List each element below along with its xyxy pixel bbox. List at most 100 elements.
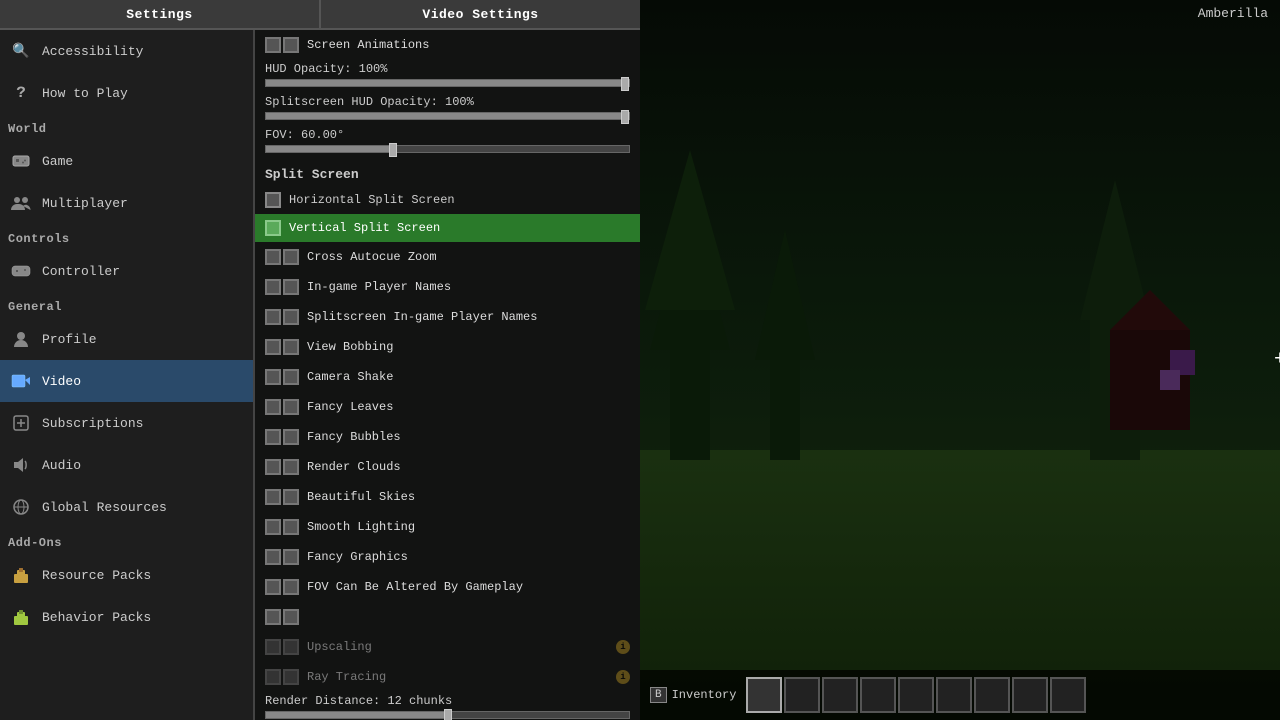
split-screen-header: Split Screen bbox=[255, 159, 640, 186]
upscaling-toggle[interactable] bbox=[265, 639, 299, 655]
screen-animations-row: Screen Animations bbox=[255, 30, 640, 60]
audio-icon bbox=[10, 454, 32, 476]
beautiful-skies-toggle[interactable] bbox=[265, 519, 299, 535]
sidebar-item-accessibility[interactable]: 🔍 Accessibility bbox=[0, 30, 253, 72]
multiplayer-icon bbox=[10, 192, 32, 214]
settings-tab[interactable]: Settings bbox=[0, 0, 319, 28]
sidebar-item-label: Audio bbox=[42, 458, 81, 473]
fancy-graphics-toggle[interactable] bbox=[265, 579, 299, 595]
behavior-packs-icon bbox=[10, 606, 32, 628]
upscaling-info-icon[interactable]: i bbox=[616, 640, 630, 654]
render-distance-slider[interactable] bbox=[265, 711, 630, 719]
splitscreen-hud-opacity-thumb[interactable] bbox=[621, 110, 629, 124]
sidebar-item-label: Subscriptions bbox=[42, 416, 143, 431]
sidebar-item-resource-packs[interactable]: Resource Packs bbox=[0, 554, 253, 596]
upscaling-row: Upscaling i bbox=[255, 632, 640, 662]
outline-selection-toggle[interactable] bbox=[265, 279, 299, 295]
sidebar-item-video[interactable]: Video bbox=[0, 360, 253, 402]
hotbar-slot-4[interactable] bbox=[860, 677, 896, 713]
sidebar-item-how-to-play[interactable]: ? How to Play bbox=[0, 72, 253, 114]
bottom-hud: B Inventory bbox=[640, 670, 1280, 720]
hotbar-slot-3[interactable] bbox=[822, 677, 858, 713]
beautiful-skies-label: Smooth Lighting bbox=[307, 520, 630, 534]
fov-altered-toggle[interactable] bbox=[265, 609, 299, 625]
view-bobbing-toggle[interactable] bbox=[265, 369, 299, 385]
splitscreen-names-label: View Bobbing bbox=[307, 340, 630, 354]
hotbar-slot-8[interactable] bbox=[1012, 677, 1048, 713]
toggle-off-indicator bbox=[265, 37, 281, 53]
camera-shake-label: Fancy Leaves bbox=[307, 400, 630, 414]
horizontal-split-option[interactable]: Horizontal Split Screen bbox=[255, 186, 640, 214]
sidebar-item-label: Profile bbox=[42, 332, 97, 347]
sidebar-item-behavior-packs[interactable]: Behavior Packs bbox=[0, 596, 253, 638]
splitscreen-hud-opacity-slider[interactable] bbox=[265, 112, 630, 120]
sidebar-item-audio[interactable]: Audio bbox=[0, 444, 253, 486]
screen-animations-toggle[interactable] bbox=[265, 37, 299, 53]
fov-thumb[interactable] bbox=[389, 143, 397, 157]
fancy-bubbles-toggle[interactable] bbox=[265, 459, 299, 475]
inventory-label: Inventory bbox=[672, 688, 737, 702]
accessibility-icon: 🔍 bbox=[10, 40, 32, 62]
fov-altered-row bbox=[255, 602, 640, 632]
ingame-names-toggle[interactable] bbox=[265, 309, 299, 325]
sidebar-item-controller[interactable]: Controller bbox=[0, 250, 253, 292]
ingame-names-row: Splitscreen In-game Player Names bbox=[255, 302, 640, 332]
hud-opacity-thumb[interactable] bbox=[621, 77, 629, 91]
sidebar-item-label: How to Play bbox=[42, 86, 128, 101]
resource-packs-icon bbox=[10, 564, 32, 586]
sidebar-item-label: Accessibility bbox=[42, 44, 143, 59]
hotbar-slot-5[interactable] bbox=[898, 677, 934, 713]
splitscreen-hud-opacity-label: Splitscreen HUD Opacity: 100% bbox=[265, 95, 630, 109]
render-clouds-toggle[interactable] bbox=[265, 489, 299, 505]
crosshair-zoom-toggle[interactable] bbox=[265, 249, 299, 265]
video-settings-panel: Screen Animations HUD Opacity: 100% Spli… bbox=[255, 30, 640, 720]
toggle-off-indicator2 bbox=[283, 37, 299, 53]
render-distance-thumb[interactable] bbox=[444, 709, 452, 720]
fancy-bubbles-label: Render Clouds bbox=[307, 460, 630, 474]
vertical-split-option[interactable]: Vertical Split Screen bbox=[255, 214, 640, 242]
hotbar bbox=[746, 677, 1086, 713]
crosshair-zoom-label: Cross Autocue Zoom bbox=[307, 250, 630, 264]
ray-tracing-toggle[interactable] bbox=[265, 669, 299, 685]
video-icon bbox=[10, 370, 32, 392]
crosshair-zoom-row: Cross Autocue Zoom bbox=[255, 242, 640, 272]
camera-shake-toggle[interactable] bbox=[265, 399, 299, 415]
horizontal-split-indicator bbox=[265, 192, 281, 208]
view-bobbing-row: Camera Shake bbox=[255, 362, 640, 392]
hotbar-slot-2[interactable] bbox=[784, 677, 820, 713]
game-world: + bbox=[640, 0, 1280, 720]
horizontal-split-label: Horizontal Split Screen bbox=[289, 193, 455, 207]
splitscreen-names-toggle[interactable] bbox=[265, 339, 299, 355]
fov-slider[interactable] bbox=[265, 145, 630, 153]
ray-tracing-info-icon[interactable]: i bbox=[616, 670, 630, 684]
sidebar-item-profile[interactable]: Profile bbox=[0, 318, 253, 360]
sidebar-item-subscriptions[interactable]: Subscriptions bbox=[0, 402, 253, 444]
help-icon: ? bbox=[10, 82, 32, 104]
sidebar-item-multiplayer[interactable]: Multiplayer bbox=[0, 182, 253, 224]
ray-tracing-label: Ray Tracing bbox=[307, 670, 608, 684]
controller-icon bbox=[10, 260, 32, 282]
hotbar-slot-1[interactable] bbox=[746, 677, 782, 713]
crosshair: + bbox=[1274, 349, 1280, 372]
video-settings-tab[interactable]: Video Settings bbox=[321, 0, 640, 28]
hotbar-slot-6[interactable] bbox=[936, 677, 972, 713]
sidebar-item-global-resources[interactable]: Global Resources bbox=[0, 486, 253, 528]
sidebar-item-game[interactable]: Game bbox=[0, 140, 253, 182]
sidebar-item-label: Resource Packs bbox=[42, 568, 151, 583]
profile-icon bbox=[10, 328, 32, 350]
hotbar-slot-9[interactable] bbox=[1050, 677, 1086, 713]
fancy-bubbles-row: Render Clouds bbox=[255, 452, 640, 482]
smooth-lighting-toggle[interactable] bbox=[265, 549, 299, 565]
hud-opacity-fill bbox=[266, 80, 629, 86]
render-distance-label: Render Distance: 12 chunks bbox=[265, 694, 630, 708]
beautiful-skies-row: Smooth Lighting bbox=[255, 512, 640, 542]
hud-opacity-slider[interactable] bbox=[265, 79, 630, 87]
fancy-leaves-toggle[interactable] bbox=[265, 429, 299, 445]
fov-container: FOV: 60.00° bbox=[255, 126, 640, 159]
hotbar-slot-7[interactable] bbox=[974, 677, 1010, 713]
addons-section-label: Add-Ons bbox=[0, 528, 253, 554]
vertical-split-label: Vertical Split Screen bbox=[289, 221, 440, 235]
fancy-graphics-row: FOV Can Be Altered By Gameplay bbox=[255, 572, 640, 602]
fov-label: FOV: 60.00° bbox=[265, 128, 630, 142]
sidebar: 🔍 Accessibility ? How to Play World Game… bbox=[0, 30, 255, 720]
